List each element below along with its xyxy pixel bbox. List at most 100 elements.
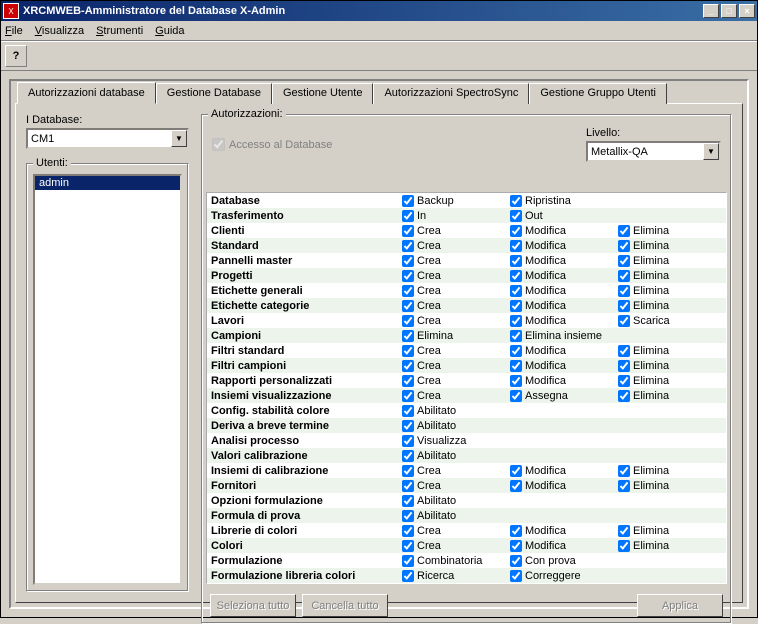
perm-checkbox[interactable] <box>402 420 414 432</box>
row-name: Progetti <box>207 270 402 282</box>
apply-button[interactable]: Applica <box>637 594 723 617</box>
list-item[interactable]: admin <box>35 176 180 190</box>
access-db-input <box>212 138 225 151</box>
window-title: XRCMWEB-Amministratore del Database X-Ad… <box>23 5 285 17</box>
perm-checkbox[interactable] <box>402 210 414 222</box>
perm-checkbox[interactable] <box>510 480 522 492</box>
perm-checkbox[interactable] <box>402 450 414 462</box>
perm-checkbox[interactable] <box>402 540 414 552</box>
perm-checkbox[interactable] <box>402 405 414 417</box>
close-button[interactable]: × <box>739 4 755 18</box>
perm-checkbox[interactable] <box>510 375 522 387</box>
perm-checkbox[interactable] <box>510 315 522 327</box>
menu-help[interactable]: Guida <box>155 25 184 37</box>
perm-checkbox[interactable] <box>618 540 630 552</box>
chevron-down-icon[interactable]: ▼ <box>703 143 719 160</box>
perm-label: Elimina <box>633 345 669 357</box>
perm-checkbox[interactable] <box>510 555 522 567</box>
perm-checkbox[interactable] <box>618 390 630 402</box>
perm-checkbox[interactable] <box>402 315 414 327</box>
perm-checkbox[interactable] <box>510 465 522 477</box>
perm-checkbox[interactable] <box>402 570 414 582</box>
perm-checkbox[interactable] <box>510 270 522 282</box>
perm-checkbox[interactable] <box>402 465 414 477</box>
perm-checkbox[interactable] <box>510 330 522 342</box>
perm-cell: Modifica <box>510 525 618 537</box>
perm-checkbox[interactable] <box>618 315 630 327</box>
perm-checkbox[interactable] <box>510 570 522 582</box>
menu-file[interactable]: File <box>5 25 23 37</box>
perm-checkbox[interactable] <box>618 285 630 297</box>
perm-label: Modifica <box>525 240 566 252</box>
perm-checkbox[interactable] <box>402 435 414 447</box>
perm-checkbox[interactable] <box>510 195 522 207</box>
chevron-down-icon[interactable]: ▼ <box>171 130 187 147</box>
perm-label: Elimina <box>633 255 669 267</box>
perm-checkbox[interactable] <box>618 360 630 372</box>
menu-tools[interactable]: Strumenti <box>96 25 143 37</box>
perm-checkbox[interactable] <box>402 225 414 237</box>
tab-auth-db[interactable]: Autorizzazioni database <box>17 82 156 104</box>
perm-checkbox[interactable] <box>510 285 522 297</box>
perm-checkbox[interactable] <box>402 390 414 402</box>
table-row: DatabaseBackupRipristina <box>207 193 726 208</box>
perm-checkbox[interactable] <box>510 360 522 372</box>
perm-checkbox[interactable] <box>402 195 414 207</box>
perm-checkbox[interactable] <box>618 345 630 357</box>
users-list[interactable]: admin <box>33 174 182 585</box>
perm-checkbox[interactable] <box>510 225 522 237</box>
perm-checkbox[interactable] <box>618 225 630 237</box>
tab-manage-db[interactable]: Gestione Database <box>156 83 272 104</box>
perm-checkbox[interactable] <box>402 375 414 387</box>
perm-checkbox[interactable] <box>618 300 630 312</box>
perm-checkbox[interactable] <box>402 330 414 342</box>
perm-checkbox[interactable] <box>510 525 522 537</box>
perm-checkbox[interactable] <box>402 555 414 567</box>
perm-checkbox[interactable] <box>510 540 522 552</box>
permissions-grid[interactable]: DatabaseBackupRipristinaTrasferimentoInO… <box>206 192 727 584</box>
perm-checkbox[interactable] <box>618 525 630 537</box>
perm-checkbox[interactable] <box>618 480 630 492</box>
perm-checkbox[interactable] <box>402 270 414 282</box>
perm-label: Elimina <box>633 225 669 237</box>
tab-manage-groups[interactable]: Gestione Gruppo Utenti <box>529 83 667 104</box>
table-row: Filtri standardCreaModificaElimina <box>207 343 726 358</box>
table-row: Opzioni formulazioneAbilitato <box>207 493 726 508</box>
perm-checkbox[interactable] <box>402 255 414 267</box>
perm-checkbox[interactable] <box>618 375 630 387</box>
maximize-button[interactable]: □ <box>721 4 737 18</box>
tab-manage-user[interactable]: Gestione Utente <box>272 83 374 104</box>
perm-cell: Crea <box>402 300 510 312</box>
perm-checkbox[interactable] <box>510 255 522 267</box>
help-button[interactable]: ? <box>5 45 27 67</box>
table-row: Etichette categorieCreaModificaElimina <box>207 298 726 313</box>
perm-checkbox[interactable] <box>402 240 414 252</box>
perm-checkbox[interactable] <box>402 525 414 537</box>
perm-checkbox[interactable] <box>402 285 414 297</box>
perm-checkbox[interactable] <box>402 495 414 507</box>
tab-auth-spectro[interactable]: Autorizzazioni SpectroSync <box>373 83 529 104</box>
level-combo[interactable]: Metallix-QA ▼ <box>586 141 721 162</box>
perm-checkbox[interactable] <box>510 345 522 357</box>
perm-checkbox[interactable] <box>618 240 630 252</box>
row-name: Analisi processo <box>207 435 402 447</box>
perm-checkbox[interactable] <box>402 300 414 312</box>
clear-all-button[interactable]: Cancella tutto <box>302 594 388 617</box>
perm-checkbox[interactable] <box>510 300 522 312</box>
perm-checkbox[interactable] <box>402 345 414 357</box>
select-all-button[interactable]: Seleziona tutto <box>210 594 296 617</box>
perm-checkbox[interactable] <box>618 255 630 267</box>
menu-view[interactable]: Visualizza <box>35 25 84 37</box>
perm-checkbox[interactable] <box>510 210 522 222</box>
db-combo[interactable]: CM1 ▼ <box>26 128 189 149</box>
minimize-button[interactable]: _ <box>703 4 719 18</box>
perm-checkbox[interactable] <box>618 270 630 282</box>
perm-checkbox[interactable] <box>510 240 522 252</box>
perm-label: Crea <box>417 465 441 477</box>
perm-label: Abilitato <box>417 495 456 507</box>
perm-checkbox[interactable] <box>402 480 414 492</box>
perm-checkbox[interactable] <box>402 510 414 522</box>
perm-checkbox[interactable] <box>402 360 414 372</box>
perm-checkbox[interactable] <box>618 465 630 477</box>
perm-checkbox[interactable] <box>510 390 522 402</box>
